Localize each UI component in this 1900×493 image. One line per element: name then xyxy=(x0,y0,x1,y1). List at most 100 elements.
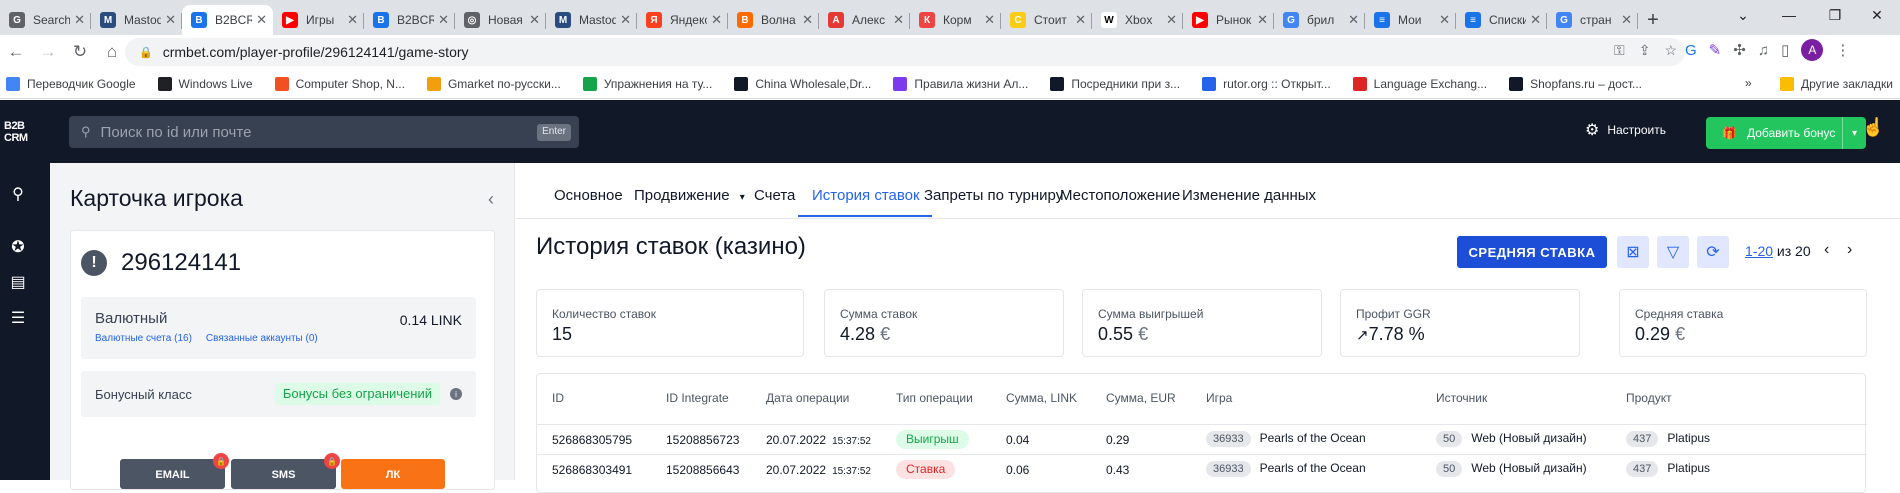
restore-window-icon[interactable]: — xyxy=(1766,0,1812,30)
browser-tab[interactable]: ◎ Новая ✕ xyxy=(455,5,546,35)
menu-icon[interactable]: ⋮ xyxy=(1835,41,1850,59)
forward-icon[interactable]: → xyxy=(32,36,64,68)
casino-chip-icon[interactable]: ✪ xyxy=(9,238,27,256)
close-tab-icon[interactable]: ✕ xyxy=(1348,12,1359,28)
close-tab-icon[interactable]: ✕ xyxy=(802,12,813,28)
share-icon[interactable]: ⇪ xyxy=(1639,42,1651,59)
browser-tab[interactable]: W Xbox ✕ xyxy=(1092,5,1183,35)
browser-tab[interactable]: ≡ Мои ✕ xyxy=(1365,5,1456,35)
sms-button[interactable]: SMS 🔒 xyxy=(231,453,340,489)
column-header[interactable]: Тип операции xyxy=(896,391,973,405)
info-icon[interactable]: i xyxy=(450,388,462,400)
reload-icon[interactable]: ↻ xyxy=(64,36,96,68)
column-header[interactable]: ID xyxy=(552,391,564,405)
bet-id[interactable]: 526868303491 xyxy=(552,463,632,477)
address-bar[interactable]: 🔒 crmbet.com/player-profile/296124141/ga… xyxy=(125,38,1685,66)
bookmark-item[interactable]: China Wholesale,Dr... xyxy=(734,76,871,91)
close-window-icon[interactable]: ✕ xyxy=(1854,0,1900,30)
search-input[interactable]: ⚲ Поиск по id или почте Enter xyxy=(69,116,579,148)
close-tab-icon[interactable]: ✕ xyxy=(620,12,631,28)
browser-tab[interactable]: А Алекс ✕ xyxy=(819,5,910,35)
close-tab-icon[interactable]: ✕ xyxy=(711,12,722,28)
star-icon[interactable]: ☆ xyxy=(1664,42,1677,59)
maximize-window-icon[interactable]: ❐ xyxy=(1812,0,1858,30)
home-icon[interactable]: ⌂ xyxy=(96,36,128,68)
close-tab-icon[interactable]: ✕ xyxy=(347,12,358,28)
close-tab-icon[interactable]: ✕ xyxy=(1530,12,1541,28)
close-tab-icon[interactable]: ✕ xyxy=(1166,12,1177,28)
lk-button[interactable]: ЛК xyxy=(341,459,445,489)
profile-avatar[interactable]: A xyxy=(1801,39,1824,61)
bookmark-item[interactable]: Computer Shop, N... xyxy=(274,76,405,91)
column-header[interactable]: Продукт xyxy=(1626,391,1672,405)
browser-tab[interactable]: В Волна ✕ xyxy=(728,5,819,35)
close-tab-icon[interactable]: ✕ xyxy=(1075,12,1086,28)
column-header[interactable]: Дата операции xyxy=(766,391,849,405)
settings-button[interactable]: ⚙ Настроить xyxy=(1585,120,1666,140)
tab-tournament-bans[interactable]: Запреты по турниру xyxy=(924,187,1063,204)
tab-promotion[interactable]: Продвижение ▾ xyxy=(634,187,745,204)
column-header[interactable]: Игра xyxy=(1206,391,1232,405)
column-header[interactable]: Сумма, LINK xyxy=(1006,391,1077,405)
add-bonus-button[interactable]: 🎁 Добавить бонус ▾ xyxy=(1706,117,1866,149)
close-tab-icon[interactable]: ✕ xyxy=(165,12,176,28)
close-tab-icon[interactable]: ✕ xyxy=(256,12,267,28)
currency-accounts-link[interactable]: Валютные счета (16) xyxy=(95,333,192,344)
tab-data-changes[interactable]: Изменение данных xyxy=(1182,187,1316,204)
new-tab-button[interactable]: + xyxy=(1638,5,1668,35)
browser-tab[interactable]: Я Яндекс ✕ xyxy=(637,5,728,35)
close-tab-icon[interactable]: ✕ xyxy=(74,12,85,28)
bookmark-item[interactable]: rutor.org :: Открыт... xyxy=(1202,76,1331,91)
close-tab-icon[interactable]: ✕ xyxy=(984,12,995,28)
browser-tab[interactable]: ≡ Списки ✕ xyxy=(1456,5,1547,35)
related-accounts-link[interactable]: Связанные аккаунты (0) xyxy=(206,333,318,344)
browser-tab[interactable]: ▶ Игры ✕ xyxy=(273,5,364,35)
bookmark-item[interactable]: Упражнения на ту... xyxy=(582,76,712,91)
tab-accounts[interactable]: Счета xyxy=(754,187,795,204)
browser-tab[interactable]: B B2BCRM✕ xyxy=(182,5,273,35)
key-icon[interactable]: ⚿ xyxy=(1614,42,1625,59)
list-icon[interactable]: ☰ xyxy=(9,309,27,327)
bookmark-item[interactable]: Windows Live xyxy=(157,76,253,91)
prev-page-icon[interactable]: ‹ xyxy=(1824,241,1829,259)
bet-id[interactable]: 526868305795 xyxy=(552,433,632,447)
column-header[interactable]: ID Integrate xyxy=(666,391,729,405)
document-icon[interactable]: ▤ xyxy=(9,273,27,291)
browser-tab[interactable]: M Mastodon✕ xyxy=(546,5,637,35)
sidebar-icon[interactable]: ▯ xyxy=(1781,41,1789,59)
tab-main[interactable]: Основное xyxy=(554,187,623,204)
browser-tab[interactable]: С Стоит ✕ xyxy=(1001,5,1092,35)
close-tab-icon[interactable]: ✕ xyxy=(529,12,540,28)
browser-tab[interactable]: К Корм ✕ xyxy=(910,5,1001,35)
bookmark-item[interactable]: Shopfans.ru – дост... xyxy=(1509,76,1642,91)
table-row[interactable]: 526868305795 15208856723 20.07.2022 15:37:5… xyxy=(537,424,1867,454)
logo[interactable]: B2B CRM xyxy=(4,120,28,144)
browser-tab[interactable]: ▶ Рынок ✕ xyxy=(1183,5,1274,35)
tab-location[interactable]: Местоположение xyxy=(1060,187,1180,204)
close-tab-icon[interactable]: ✕ xyxy=(893,12,904,28)
bookmark-item[interactable]: Посредники при з... xyxy=(1050,76,1180,91)
average-bet-button[interactable]: СРЕДНЯЯ СТАВКА xyxy=(1457,236,1607,268)
other-bookmarks[interactable]: Другие закладки xyxy=(1780,77,1893,91)
bookmark-item[interactable]: Переводчик Google xyxy=(6,76,136,91)
browser-tab[interactable]: M Mastodon✕ xyxy=(91,5,182,35)
column-header[interactable]: Источник xyxy=(1436,391,1487,405)
more-bookmarks-icon[interactable]: » xyxy=(1745,76,1752,90)
translate-icon[interactable]: G xyxy=(1685,42,1697,59)
close-tab-icon[interactable]: ✕ xyxy=(1621,12,1632,28)
email-button[interactable]: EMAIL 🔒 xyxy=(120,453,229,489)
browser-tab[interactable]: B B2BCRM✕ xyxy=(364,5,455,35)
browser-tab[interactable]: G Search ✕ xyxy=(0,5,91,35)
tab-bet-history[interactable]: История ставок xyxy=(812,187,920,204)
refresh-icon[interactable]: ⟳ xyxy=(1697,236,1729,268)
bookmark-item[interactable]: Правила жизни Ал... xyxy=(893,76,1028,91)
filter-icon[interactable]: ▽ xyxy=(1657,236,1689,268)
next-page-icon[interactable]: › xyxy=(1847,241,1852,259)
extensions-icon[interactable]: ✣ xyxy=(1733,41,1746,59)
browser-tab[interactable]: Gстран ✕ xyxy=(1547,5,1638,35)
minimize-window-icon[interactable]: ⌄ xyxy=(1720,0,1766,30)
close-tab-icon[interactable]: ✕ xyxy=(438,12,449,28)
bookmark-item[interactable]: Language Exchang... xyxy=(1352,76,1487,91)
media-icon[interactable]: ♫ xyxy=(1758,42,1769,59)
close-tab-icon[interactable]: ✕ xyxy=(1439,12,1450,28)
